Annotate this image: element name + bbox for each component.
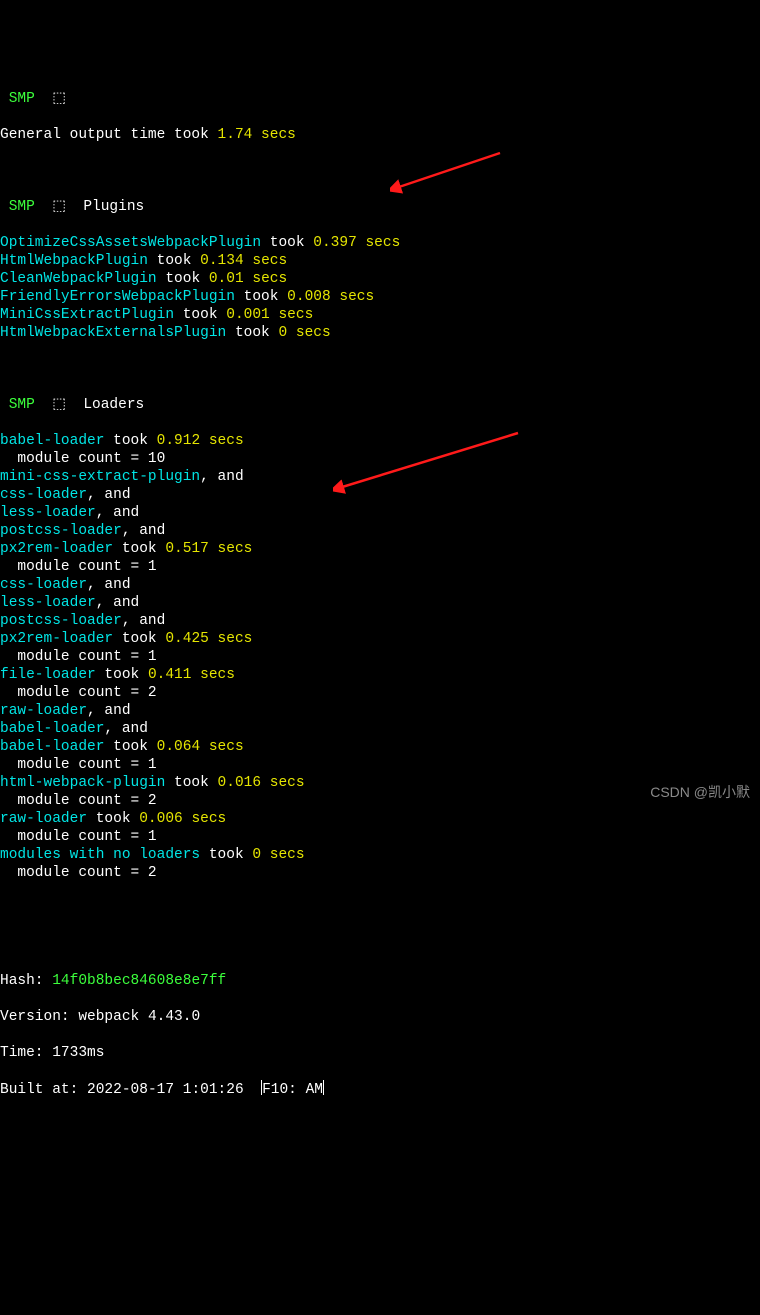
loader-line: css-loader, and — [0, 576, 760, 594]
loader-line: postcss-loader, and — [0, 522, 760, 540]
module-count-line: module count = 1 — [0, 828, 760, 846]
loader-line: less-loader, and — [0, 504, 760, 522]
loader-line: file-loader took 0.411 secs — [0, 666, 760, 684]
loader-line: raw-loader, and — [0, 702, 760, 720]
loader-line: babel-loader, and — [0, 720, 760, 738]
smp-header-loaders: SMP ⬚ Loaders — [0, 396, 760, 414]
loader-line: css-loader, and — [0, 486, 760, 504]
module-count-line: module count = 10 — [0, 450, 760, 468]
module-count-line: module count = 1 — [0, 558, 760, 576]
plugin-line: FriendlyErrorsWebpackPlugin took 0.008 s… — [0, 288, 760, 306]
build-time: Time: 1733ms — [0, 1044, 760, 1062]
loader-line: modules with no loaders took 0 secs — [0, 846, 760, 864]
module-count-line: module count = 2 — [0, 684, 760, 702]
watermark: CSDN @凯小默 — [650, 783, 750, 801]
module-count-line: module count = 2 — [0, 792, 760, 810]
module-count-line: module count = 1 — [0, 756, 760, 774]
build-version: Version: webpack 4.43.0 — [0, 1008, 760, 1026]
loader-line: px2rem-loader took 0.517 secs — [0, 540, 760, 558]
loader-line: html-webpack-plugin took 0.016 secs — [0, 774, 760, 792]
plugin-line: MiniCssExtractPlugin took 0.001 secs — [0, 306, 760, 324]
plugin-line: OptimizeCssAssetsWebpackPlugin took 0.39… — [0, 234, 760, 252]
smp-header-plugins: SMP ⬚ Plugins — [0, 198, 760, 216]
build-hash: Hash: 14f0b8bec84608e8e7ff — [0, 972, 760, 990]
loader-line: babel-loader took 0.912 secs — [0, 432, 760, 450]
module-count-line: module count = 2 — [0, 864, 760, 882]
terminal-output: SMP ⬚ General output time took 1.74 secs… — [0, 72, 760, 1117]
loader-line: mini-css-extract-plugin, and — [0, 468, 760, 486]
loader-line: postcss-loader, and — [0, 612, 760, 630]
module-count-line: module count = 1 — [0, 648, 760, 666]
build-built-at: Built at: 2022-08-17 1:01:26 F10: AM — [0, 1080, 760, 1099]
smp-header-1: SMP ⬚ — [0, 90, 760, 108]
loader-line: px2rem-loader took 0.425 secs — [0, 630, 760, 648]
plugin-line: CleanWebpackPlugin took 0.01 secs — [0, 270, 760, 288]
loader-line: babel-loader took 0.064 secs — [0, 738, 760, 756]
loader-line: less-loader, and — [0, 594, 760, 612]
loader-line: raw-loader took 0.006 secs — [0, 810, 760, 828]
general-output-line: General output time took 1.74 secs — [0, 126, 760, 144]
plugin-line: HtmlWebpackExternalsPlugin took 0 secs — [0, 324, 760, 342]
plugin-line: HtmlWebpackPlugin took 0.134 secs — [0, 252, 760, 270]
